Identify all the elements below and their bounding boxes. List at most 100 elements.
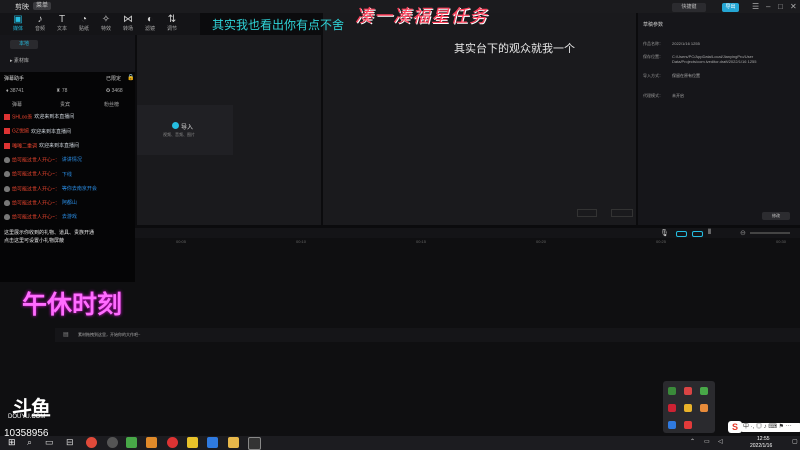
tab-vip[interactable]: 贵宾 [60, 101, 70, 108]
app-icon[interactable] [107, 437, 118, 448]
edit-draft-button[interactable]: 修改 [762, 212, 790, 220]
tray-app-icon[interactable] [700, 387, 708, 395]
danmaku-username[interactable]: 给可能过世人开心~： [12, 200, 60, 206]
danmaku-username[interactable]: 给可能过世人开心~： [12, 186, 60, 192]
chrome-icon[interactable] [86, 437, 97, 448]
import-hint: 视频、音频、图片 [163, 132, 195, 137]
tab-adjust[interactable]: ⇅ 调节 [162, 14, 182, 33]
tab-effects[interactable]: ✧ 特效 [96, 14, 116, 33]
tool-label: 特效 [100, 26, 111, 32]
danmaku-username[interactable]: GZ悦婉 [12, 129, 29, 135]
fan-badge-icon [4, 114, 10, 120]
danmaku-message: 给可能过世人开心~： 讲讲情况 [4, 156, 82, 164]
export-button[interactable]: 导出 [722, 3, 739, 12]
time-tick: 00:10 [296, 239, 307, 244]
tray-app-icon[interactable] [700, 404, 708, 412]
time-tick: 00:05 [176, 239, 187, 244]
link-toggle-icon[interactable] [676, 231, 687, 237]
time-tick: 00:30 [776, 239, 787, 244]
zoom-slider[interactable] [750, 232, 790, 234]
shortcut-button[interactable]: 快捷键 [672, 3, 706, 12]
tray-chevron-icon[interactable]: ⌃ [690, 438, 695, 445]
hot-stat: ♦ 38741 [6, 88, 24, 94]
menu-button[interactable]: 菜单 [33, 2, 51, 10]
app-icon[interactable] [146, 437, 157, 448]
player-fullscreen-button[interactable] [611, 209, 633, 217]
danmaku-username[interactable]: 给可能过世人开心~： [12, 157, 60, 163]
tab-local[interactable]: 本地 [10, 40, 38, 49]
tab-sticker[interactable]: ◔ 贴纸 [74, 14, 94, 33]
noon-break-caption: 午休时刻 [22, 290, 123, 319]
danmaku-text: 等你去南京开会 [61, 185, 97, 192]
ime-toolbar[interactable]: 中 ·, ◎ ♪ ⌨ ⚑ ⋯ [741, 423, 800, 432]
snap-toggle-icon[interactable] [692, 231, 703, 237]
import-button[interactable]: 导入 [181, 122, 193, 131]
fans-stat: ♜ 78 [56, 88, 68, 94]
file-explorer-icon[interactable] [228, 437, 239, 448]
transition-icon: ⋈ [123, 14, 133, 25]
tray-app-icon[interactable] [668, 387, 676, 395]
close-icon[interactable]: ✕ [790, 2, 797, 11]
taskbar [0, 436, 800, 450]
volume-icon[interactable]: ◁ [718, 438, 723, 445]
clock-time[interactable]: 12:55 [757, 436, 770, 442]
danmaku-message: 给可能过世人开心~： 去游戏 [4, 214, 77, 221]
player-ratio-button[interactable] [577, 209, 597, 217]
maximize-icon[interactable]: □ [778, 2, 783, 11]
tab-danmaku[interactable]: 弹幕 [12, 101, 22, 108]
gift-notice: 这里展示你收到的礼物、道具、贵族开通 [4, 230, 95, 236]
tab-filter[interactable]: ◐ 滤镜 [140, 14, 160, 33]
gift-block-setting[interactable]: 点击这里可设置小礼物屏蔽 [4, 238, 64, 245]
lyric-caption-mid: 其实台下的观众就我一个 [454, 42, 575, 55]
tab-media[interactable]: ▣ 媒体 [8, 14, 28, 33]
property-value: 2022/1/16 1255 [672, 41, 700, 46]
tab-material-library[interactable]: ▸ 素材库 [10, 57, 29, 64]
search-icon[interactable]: ⌕ [27, 437, 32, 448]
tray-app-icon[interactable] [684, 387, 692, 395]
tray-app-icon[interactable] [668, 421, 676, 429]
tab-transition[interactable]: ⋈ 转场 [118, 14, 138, 33]
danmaku-username[interactable]: 嘎嘎二重调 [12, 143, 37, 149]
clock-date[interactable]: 2022/1/16 [750, 443, 772, 449]
jianying-app-icon[interactable] [248, 437, 261, 450]
audio-icon: ♪ [37, 14, 43, 25]
danmaku-username[interactable]: 给可能过世人开心~： [12, 214, 60, 220]
microphone-icon[interactable]: 🎙 [660, 229, 669, 237]
danmaku-status: 已限定 [106, 76, 122, 82]
main-track[interactable] [55, 328, 800, 342]
import-plus-icon[interactable] [172, 122, 179, 129]
tab-fan-rank[interactable]: 粉丝榜 [104, 101, 119, 108]
lock-icon[interactable]: 🔒 [127, 74, 134, 81]
tool-label: 转场 [122, 26, 133, 32]
tab-text[interactable]: T 文本 [52, 14, 72, 33]
app-icon[interactable] [207, 437, 218, 448]
danmaku-message: SHLoo羡 欢迎来到本直播间 [4, 114, 74, 121]
tray-app-icon[interactable] [684, 421, 692, 429]
sogou-ime-icon[interactable]: S [728, 421, 742, 433]
danmaku-text: 欢迎来到本直播间 [34, 114, 75, 121]
task-view-icon[interactable]: ▭ [45, 437, 54, 448]
preview-axis-icon[interactable]: ⫴ [708, 229, 711, 237]
danmaku-text: 去游戏 [61, 214, 77, 221]
danmaku-username[interactable]: 给可能过世人开心~： [12, 172, 60, 178]
tray-app-icon[interactable] [668, 404, 676, 412]
minimize-icon[interactable]: – [766, 2, 770, 11]
network-icon[interactable]: ▭ [704, 438, 710, 445]
app-icon[interactable] [167, 437, 178, 448]
tray-app-icon[interactable] [684, 404, 692, 412]
time-tick: 00:25 [656, 239, 667, 244]
tool-label: 音频 [34, 26, 45, 32]
tool-label: 滤镜 [144, 26, 155, 32]
danmaku-message: 给可能过世人开心~： 等你去南京开会 [4, 185, 97, 193]
danmaku-text: 欢迎来到本直播间 [30, 128, 71, 135]
app-icon[interactable] [126, 437, 137, 448]
tab-audio[interactable]: ♪ 音频 [30, 14, 50, 33]
zoom-out-icon[interactable]: ⊖ [740, 229, 746, 237]
windows-start-icon[interactable]: ⊞ [8, 437, 16, 448]
danmaku-username[interactable]: SHLoo羡 [12, 114, 32, 120]
time-tick: 00:20 [536, 239, 547, 244]
window-menu-icon[interactable]: ☰ [752, 2, 759, 11]
app-icon[interactable] [187, 437, 198, 448]
notification-icon[interactable]: ▢ [792, 438, 798, 445]
widgets-icon[interactable]: ⊟ [66, 437, 74, 448]
